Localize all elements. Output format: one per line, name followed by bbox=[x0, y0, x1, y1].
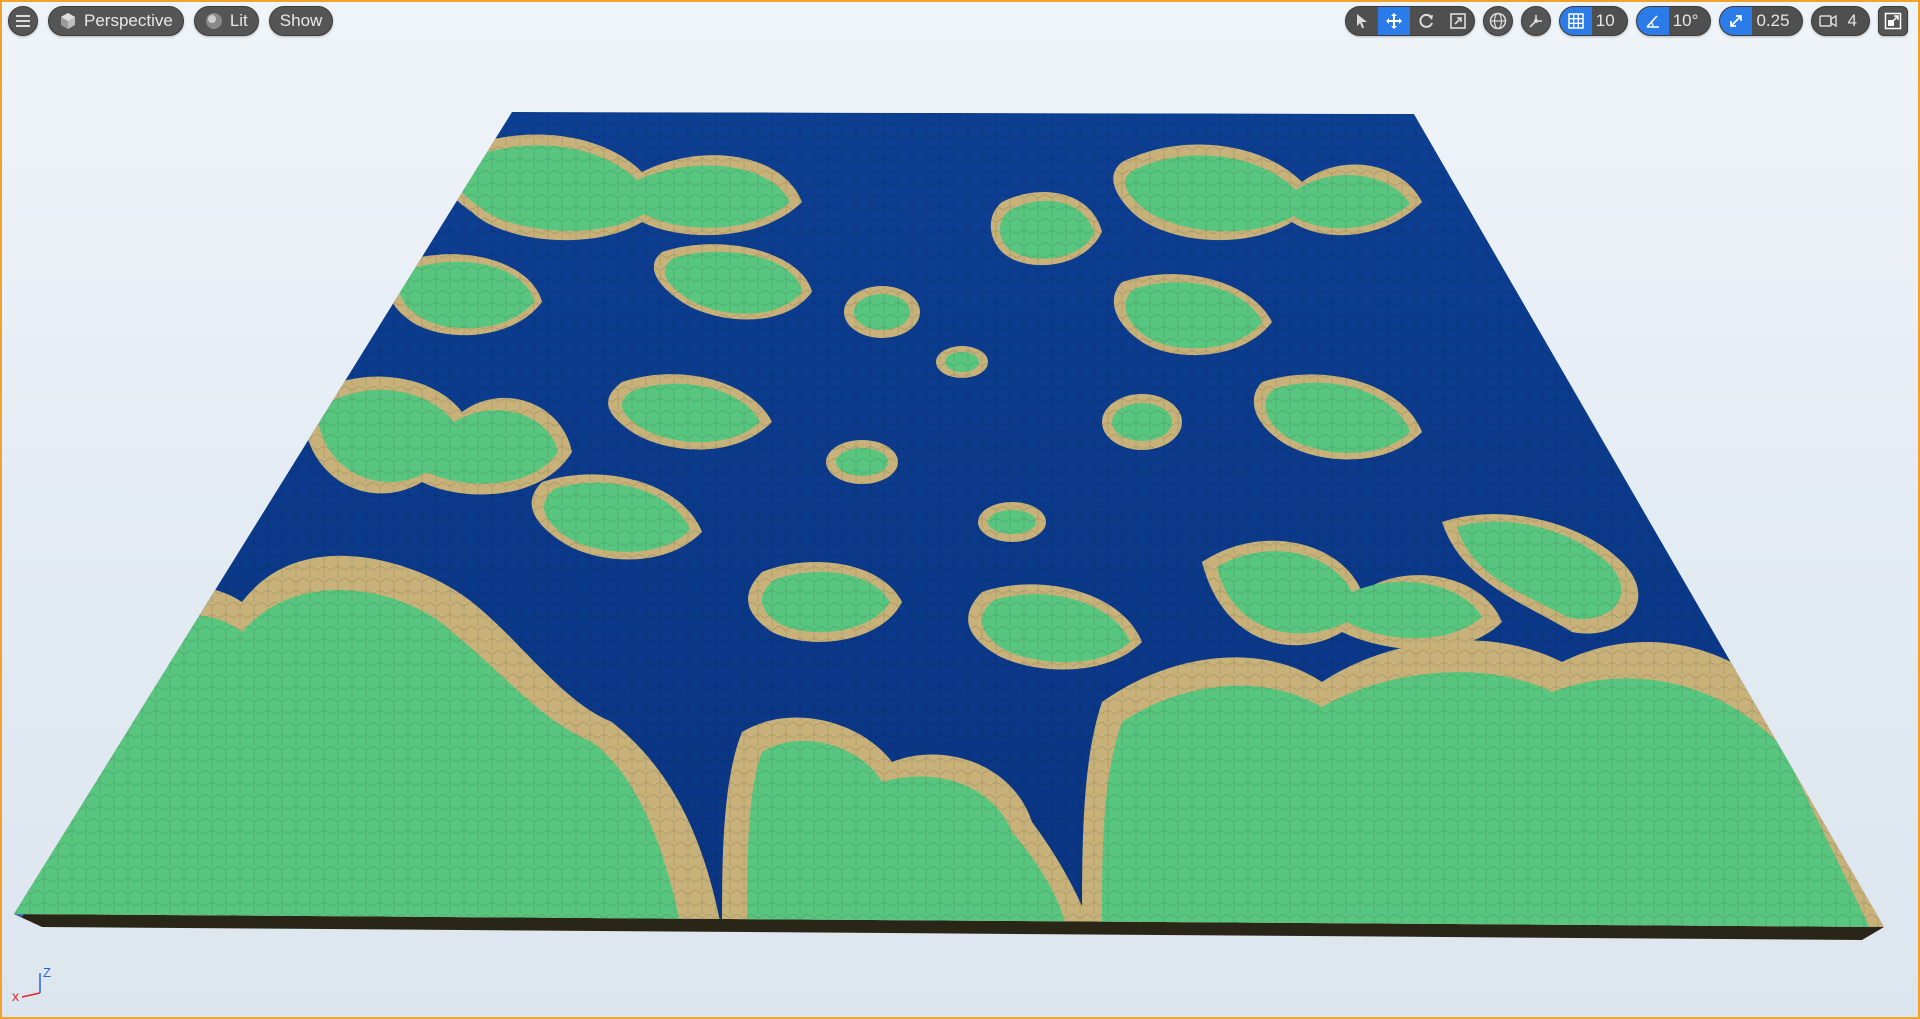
show-label: Show bbox=[279, 11, 323, 30]
angle-icon bbox=[1646, 15, 1659, 28]
camera-speed-group[interactable]: 4 bbox=[1810, 6, 1870, 36]
grid-icon bbox=[1568, 13, 1584, 29]
select-tool-button[interactable] bbox=[1346, 7, 1378, 35]
translate-tool-button[interactable] bbox=[1377, 7, 1410, 35]
cube-icon bbox=[61, 13, 75, 29]
perspective-label: Perspective bbox=[84, 11, 173, 30]
level-viewport[interactable]: Perspective Lit Show 10 10° 0.25 4 x Z bbox=[0, 0, 1920, 1019]
transform-tools-group bbox=[1344, 6, 1475, 36]
globe-icon bbox=[1489, 12, 1507, 30]
viewport-menu-button[interactable] bbox=[8, 6, 38, 36]
camera-speed-value[interactable]: 4 bbox=[1844, 11, 1869, 31]
rotate-tool-button[interactable] bbox=[1410, 7, 1442, 35]
scale-tool-button[interactable] bbox=[1442, 7, 1474, 35]
sphere-lit-icon bbox=[205, 13, 222, 29]
scale-snap-toggle[interactable] bbox=[1720, 7, 1753, 35]
scale-snap-group[interactable]: 0.25 bbox=[1719, 6, 1803, 36]
scale-snap-icon bbox=[1730, 15, 1743, 27]
camera-icon bbox=[1818, 14, 1837, 28]
grid-snap-value[interactable]: 10 bbox=[1592, 11, 1627, 31]
scale-snap-value[interactable]: 0.25 bbox=[1752, 11, 1801, 31]
move-arrows-icon bbox=[1385, 13, 1402, 29]
axis-gizmo: x Z bbox=[12, 965, 51, 1004]
world-local-toggle-button[interactable] bbox=[1482, 6, 1513, 36]
hex-terrain-scene[interactable] bbox=[2, 2, 1918, 1017]
axis-x-label: x bbox=[12, 988, 19, 1004]
rotation-snap-toggle[interactable] bbox=[1636, 7, 1669, 35]
show-flags-button[interactable]: Show bbox=[268, 6, 334, 36]
rotate-icon bbox=[1419, 13, 1433, 28]
perspective-view-button[interactable]: Perspective bbox=[48, 6, 184, 36]
axis-z-label: Z bbox=[43, 965, 51, 980]
maximize-icon bbox=[1884, 12, 1902, 30]
rotation-snap-value[interactable]: 10° bbox=[1669, 11, 1711, 31]
camera-speed-button[interactable] bbox=[1812, 7, 1844, 35]
viewport-toolbar-right: 10 10° 0.25 4 bbox=[1344, 6, 1908, 36]
viewport-toolbar-left: Perspective Lit Show bbox=[8, 6, 334, 36]
scale-icon bbox=[1449, 13, 1466, 29]
grid-snap-toggle[interactable] bbox=[1559, 7, 1592, 35]
maximize-viewport-button[interactable] bbox=[1878, 6, 1908, 36]
view-mode-lit-button[interactable]: Lit bbox=[193, 6, 259, 36]
surface-snapping-button[interactable] bbox=[1520, 6, 1551, 36]
lit-label: Lit bbox=[229, 11, 248, 30]
cursor-arrow-icon bbox=[1356, 14, 1367, 28]
grid-snap-group[interactable]: 10 bbox=[1558, 6, 1628, 36]
rotation-snap-group[interactable]: 10° bbox=[1635, 6, 1712, 36]
surface-snap-icon bbox=[1529, 15, 1542, 28]
hamburger-menu-icon bbox=[16, 15, 30, 27]
